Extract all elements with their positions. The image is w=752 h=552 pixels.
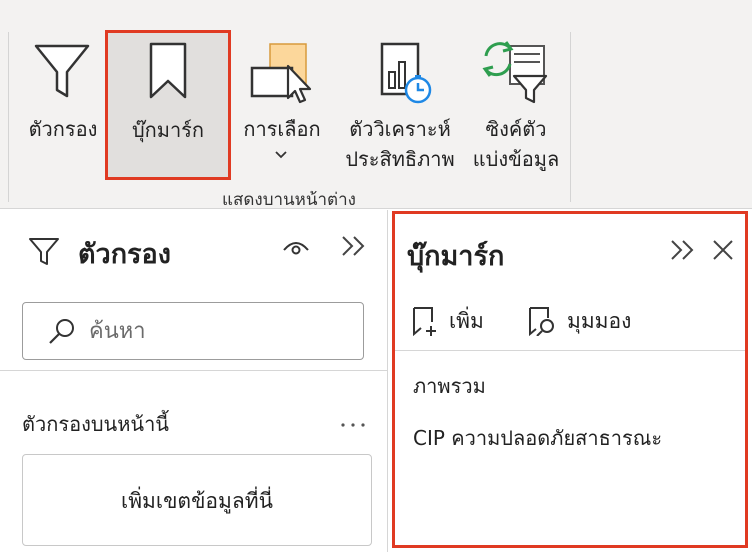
performance-analyzer-button[interactable]: ตัววิเคราะห์ ประสิทธิภาพ xyxy=(336,36,464,186)
search-icon xyxy=(49,319,74,344)
ribbon: ตัวกรอง บุ๊กมาร์ก การเลือก ตัววิเคราะห์ xyxy=(0,0,752,210)
eye-icon[interactable] xyxy=(282,238,310,256)
chevron-down-icon[interactable] xyxy=(274,150,288,160)
sync-slicers-label-2: แบ่งข้อมูล xyxy=(472,147,560,171)
performance-analyzer-label-2: ประสิทธิภาพ xyxy=(345,147,455,171)
selection-button-label: การเลือก xyxy=(243,117,321,141)
performance-analyzer-label-1: ตัววิเคราะห์ xyxy=(349,117,451,141)
selection-button[interactable]: การเลือก xyxy=(234,36,330,186)
bookmark-item[interactable]: ภาพรวม xyxy=(413,370,486,402)
add-bookmark-icon xyxy=(413,307,436,336)
filters-on-page-label: ตัวกรองบนหน้านี้ xyxy=(22,412,169,436)
add-fields-dropzone[interactable]: เพิ่มเขตข้อมูลที่นี่ xyxy=(22,454,372,546)
funnel-icon xyxy=(34,44,90,98)
view-bookmark-icon xyxy=(529,307,554,336)
collapse-pane-icon[interactable] xyxy=(340,234,368,258)
sync-slicers-label-1: ซิงค์ตัว xyxy=(485,117,547,141)
view-bookmark-label: มุมมอง xyxy=(567,309,632,333)
filters-pane-title: ตัวกรอง xyxy=(78,239,171,270)
bookmark-icon xyxy=(149,42,187,99)
selection-pane-icon xyxy=(250,43,312,104)
pane-divider xyxy=(395,350,745,351)
filters-pane: ตัวกรอง ตัวกรองบนหน้านี้ เพิ่มเขตข้อมูลท… xyxy=(0,210,388,552)
bookmarks-pane: บุ๊กมาร์ก เพิ่ม มุมมอง ภาพรวม CIP ความปล… xyxy=(392,211,748,548)
pane-divider xyxy=(0,370,388,371)
ribbon-group-label: แสดงบานหน้าต่าง xyxy=(222,190,356,210)
bookmarks-button-label: บุ๊กมาร์ก xyxy=(131,118,205,142)
sync-slicers-button[interactable]: ซิงค์ตัว แบ่งข้อมูล xyxy=(464,36,568,186)
funnel-icon xyxy=(29,238,59,265)
bookmarks-button[interactable]: บุ๊กมาร์ก xyxy=(105,30,231,180)
add-bookmark-label: เพิ่ม xyxy=(449,309,484,333)
filters-search-box[interactable] xyxy=(22,302,364,360)
ribbon-separator xyxy=(570,32,571,202)
more-options-icon[interactable] xyxy=(340,422,366,428)
bookmarks-pane-title: บุ๊กมาร์ก xyxy=(407,241,505,272)
sync-slicers-icon xyxy=(482,41,548,104)
ribbon-separator xyxy=(8,32,9,202)
performance-analyzer-icon xyxy=(380,42,432,104)
filters-button[interactable]: ตัวกรอง xyxy=(20,36,106,156)
close-icon[interactable] xyxy=(711,238,735,262)
bookmark-item[interactable]: CIP ความปลอดภัยสาธารณะ xyxy=(413,422,662,454)
collapse-pane-icon[interactable] xyxy=(669,238,697,262)
filters-button-label: ตัวกรอง xyxy=(28,117,98,141)
search-input[interactable] xyxy=(89,315,349,347)
